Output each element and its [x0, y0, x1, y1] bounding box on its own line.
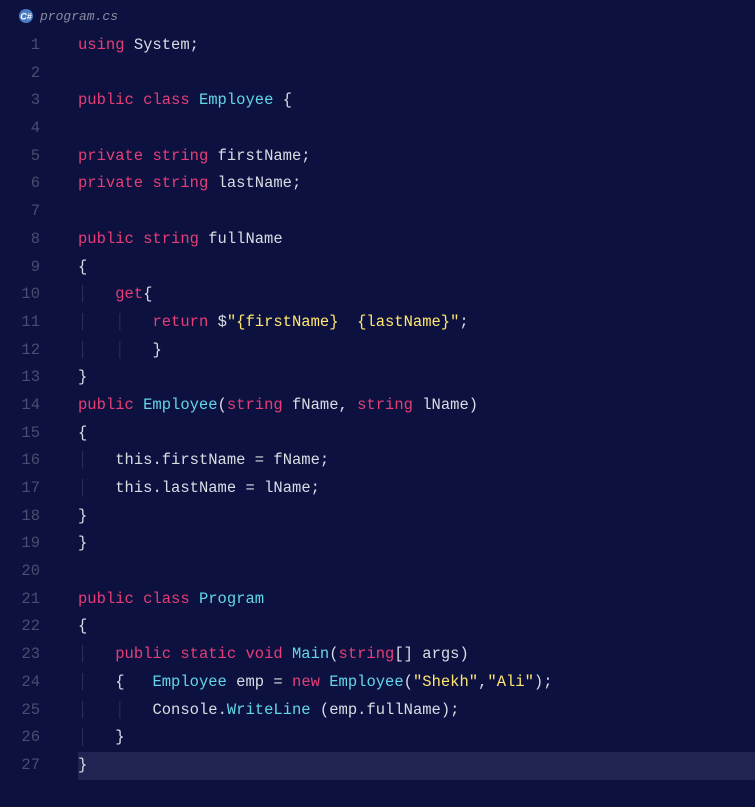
line-number: 18 [0, 503, 40, 531]
line-number: 22 [0, 613, 40, 641]
code-line[interactable]: │ │ } [78, 337, 755, 365]
line-number: 14 [0, 392, 40, 420]
line-number: 9 [0, 254, 40, 282]
line-number-gutter: 1234567891011121314151617181920212223242… [0, 32, 58, 807]
line-number: 3 [0, 87, 40, 115]
line-number: 23 [0, 641, 40, 669]
code-line[interactable]: } [78, 503, 755, 531]
code-line[interactable]: private string firstName; [78, 143, 755, 171]
line-number: 8 [0, 226, 40, 254]
csharp-icon: C# [18, 8, 34, 24]
line-number: 27 [0, 752, 40, 780]
line-number: 16 [0, 447, 40, 475]
code-line[interactable]: { [78, 254, 755, 282]
code-line[interactable]: } [78, 752, 755, 780]
code-line[interactable]: } [78, 364, 755, 392]
code-line[interactable]: { [78, 613, 755, 641]
code-line[interactable]: private string lastName; [78, 170, 755, 198]
code-line[interactable] [78, 60, 755, 88]
line-number: 13 [0, 364, 40, 392]
line-number: 19 [0, 530, 40, 558]
line-number: 1 [0, 32, 40, 60]
code-line[interactable]: public class Employee { [78, 87, 755, 115]
code-line[interactable]: { [78, 420, 755, 448]
line-number: 15 [0, 420, 40, 448]
code-line[interactable]: using System; [78, 32, 755, 60]
code-line[interactable]: │ { Employee emp = new Employee("Shekh",… [78, 669, 755, 697]
code-line[interactable] [78, 115, 755, 143]
code-line[interactable] [78, 198, 755, 226]
code-editor[interactable]: 1234567891011121314151617181920212223242… [0, 32, 755, 807]
line-number: 4 [0, 115, 40, 143]
code-line[interactable]: │ get{ [78, 281, 755, 309]
line-number: 10 [0, 281, 40, 309]
code-line[interactable]: │ │ Console.WriteLine (emp.fullName); [78, 697, 755, 725]
line-number: 2 [0, 60, 40, 88]
line-number: 24 [0, 669, 40, 697]
code-line[interactable]: │ this.lastName = lName; [78, 475, 755, 503]
line-number: 6 [0, 170, 40, 198]
file-tab-label: program.cs [40, 9, 118, 24]
line-number: 11 [0, 309, 40, 337]
code-line[interactable]: public Employee(string fName, string lNa… [78, 392, 755, 420]
line-number: 25 [0, 697, 40, 725]
line-number: 20 [0, 558, 40, 586]
line-number: 5 [0, 143, 40, 171]
svg-text:C#: C# [20, 12, 32, 22]
code-line[interactable]: │ this.firstName = fName; [78, 447, 755, 475]
code-line[interactable]: │ } [78, 724, 755, 752]
code-line[interactable]: public string fullName [78, 226, 755, 254]
code-line[interactable]: │ public static void Main(string[] args) [78, 641, 755, 669]
code-line[interactable]: │ │ return $"{firstName} {lastName}"; [78, 309, 755, 337]
code-line[interactable]: public class Program [78, 586, 755, 614]
line-number: 26 [0, 724, 40, 752]
line-number: 12 [0, 337, 40, 365]
line-number: 21 [0, 586, 40, 614]
tab-bar: C# program.cs [0, 0, 755, 32]
code-line[interactable] [78, 558, 755, 586]
code-area[interactable]: using System; public class Employee { priv… [58, 32, 755, 807]
line-number: 7 [0, 198, 40, 226]
file-tab[interactable]: C# program.cs [8, 4, 128, 28]
code-line[interactable]: } [78, 530, 755, 558]
line-number: 17 [0, 475, 40, 503]
